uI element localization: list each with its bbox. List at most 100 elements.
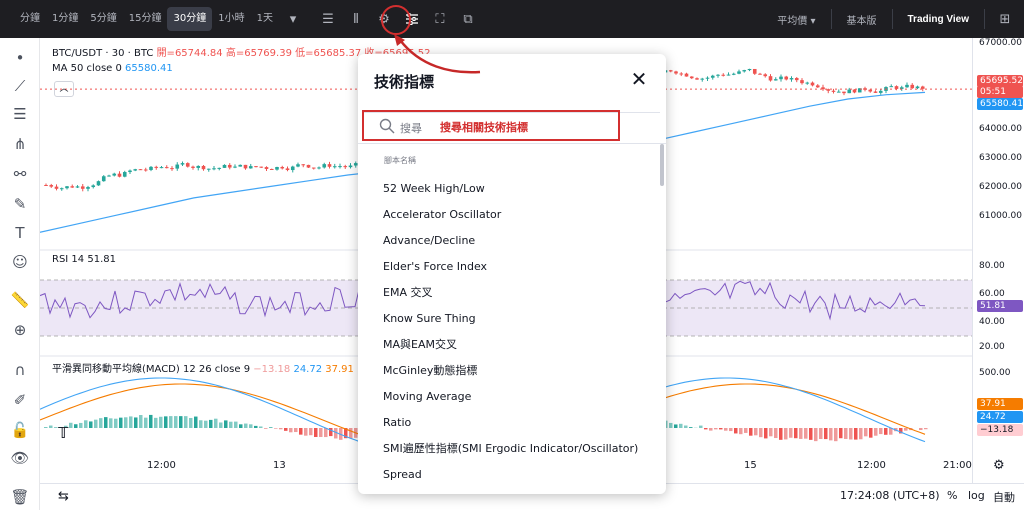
macd-histogram-bar bbox=[149, 414, 153, 428]
candle-body bbox=[285, 168, 290, 171]
dialog-scrollbar[interactable] bbox=[660, 144, 664, 186]
indicator-item[interactable]: Ratio bbox=[358, 410, 658, 436]
macd-histogram-bar bbox=[729, 428, 733, 432]
close-icon[interactable]: ✕ bbox=[628, 68, 650, 90]
macd-histogram-bar bbox=[754, 428, 758, 436]
timeframe-1m[interactable]: 1分鐘 bbox=[46, 7, 84, 31]
indicator-item[interactable]: EMA 交叉 bbox=[358, 280, 658, 306]
price-type-dropdown[interactable]: 平均價 ▾ bbox=[768, 12, 824, 27]
macd-histogram-bar bbox=[189, 417, 193, 428]
indicator-item[interactable]: Accelerator Oscillator bbox=[358, 202, 658, 228]
lock-icon[interactable]: 🔓 bbox=[8, 418, 32, 442]
macd-histogram-bar bbox=[99, 418, 103, 428]
macd-histogram-bar bbox=[794, 428, 798, 439]
lock-drawing-icon[interactable]: ✐ bbox=[8, 388, 32, 412]
macd-histogram-bar bbox=[734, 428, 738, 434]
macd-histogram-bar bbox=[44, 427, 48, 428]
candle-body bbox=[332, 166, 337, 168]
zoom-in-icon[interactable]: ⊕ bbox=[8, 318, 32, 342]
timeframe-1h[interactable]: 1小時 bbox=[212, 7, 250, 31]
timeframe-15m[interactable]: 15分鐘 bbox=[123, 7, 168, 31]
indicator-item[interactable]: SMI遍歷性指標(SMI Ergodic Indicator/Oscillato… bbox=[358, 436, 658, 462]
candles-icon[interactable]: ⫴ bbox=[343, 6, 369, 32]
macd-histogram-bar bbox=[304, 428, 308, 436]
rsi-tick: 40.00 bbox=[979, 317, 1005, 327]
macd-histogram-bar bbox=[774, 428, 778, 439]
candle-body bbox=[301, 164, 306, 166]
macd-histogram-bar bbox=[179, 416, 183, 428]
candle-body bbox=[107, 175, 111, 177]
candle-body bbox=[143, 169, 148, 171]
timeframe-30m[interactable]: 30分鐘 bbox=[167, 7, 213, 31]
indicator-item[interactable]: Moving Average bbox=[358, 384, 658, 410]
horizontal-lines-icon[interactable]: ☰ bbox=[8, 102, 32, 126]
macd-histogram-bar bbox=[139, 415, 143, 428]
tradingview-button[interactable]: Trading View bbox=[899, 14, 979, 25]
indicator-item[interactable]: MA與EAM交叉 bbox=[358, 332, 658, 358]
dialog-divider bbox=[358, 143, 666, 144]
indicator-item[interactable]: Elder's Force Index bbox=[358, 254, 658, 280]
candle-body bbox=[138, 169, 143, 171]
macd-histogram-bar bbox=[709, 428, 713, 431]
candle-body bbox=[731, 73, 736, 75]
macd-histogram-bar bbox=[234, 421, 238, 428]
trendline-icon[interactable]: ⟋ bbox=[8, 74, 32, 98]
indicator-item[interactable]: Spread bbox=[358, 462, 658, 488]
snapshot-icon[interactable]: ⧉ bbox=[455, 6, 481, 32]
timeframe-minutes[interactable]: 分鐘 bbox=[14, 7, 46, 31]
candle-body bbox=[920, 86, 925, 89]
text-icon[interactable]: T bbox=[8, 221, 32, 245]
pattern-icon[interactable]: ⚯ bbox=[8, 162, 32, 186]
macd-histogram-bar bbox=[219, 422, 223, 428]
candle-body bbox=[878, 90, 883, 93]
macd-histogram-bar bbox=[879, 428, 883, 435]
basic-view-button[interactable]: 基本版 bbox=[838, 12, 886, 27]
trash-icon[interactable]: 🗑 bbox=[8, 485, 32, 509]
menu-icon[interactable]: ☰ bbox=[315, 6, 341, 32]
candle-body bbox=[290, 166, 295, 171]
macd-signal-value: 37.91 bbox=[325, 364, 354, 375]
fullscreen-icon[interactable]: ⛶ bbox=[427, 6, 453, 32]
percent-toggle[interactable]: % bbox=[947, 489, 957, 502]
indicator-item[interactable]: 52 Week High/Low bbox=[358, 176, 658, 202]
eye-icon[interactable]: 👁 bbox=[8, 446, 32, 470]
candle-body bbox=[86, 187, 90, 189]
macd-histogram-bar bbox=[669, 422, 673, 428]
macd-line-label: 24.72 bbox=[977, 411, 1023, 423]
candle-body bbox=[269, 168, 274, 170]
candle-body bbox=[322, 164, 327, 168]
time-tick: 21:00 bbox=[943, 460, 972, 471]
price-axis[interactable]: 67000.00 64000.00 63000.00 62000.00 6100… bbox=[972, 38, 1024, 483]
macd-histogram-bar bbox=[849, 428, 853, 440]
chevron-down-icon[interactable]: ▾ bbox=[280, 6, 306, 32]
macd-histogram-bar bbox=[204, 420, 208, 428]
indicator-item[interactable]: McGinley動態指標 bbox=[358, 358, 658, 384]
emoji-icon[interactable]: ☺ bbox=[8, 250, 32, 274]
collapse-legend-button[interactable]: ︿ bbox=[54, 81, 74, 97]
rsi-price-label: 51.81 bbox=[977, 300, 1023, 312]
timeframe-1d[interactable]: 1天 bbox=[251, 7, 279, 31]
price-tick: 64000.00 bbox=[979, 124, 1022, 134]
macd-histogram-bar bbox=[249, 424, 253, 428]
indicator-item[interactable]: Know Sure Thing bbox=[358, 306, 658, 332]
macd-histogram-bar bbox=[874, 428, 878, 436]
pitchfork-icon[interactable]: ⋔ bbox=[8, 132, 32, 156]
macd-tick: 500.00 bbox=[979, 368, 1011, 378]
macd-histogram-bar bbox=[764, 428, 768, 439]
macd-histogram-bar bbox=[229, 421, 233, 428]
candle-body bbox=[122, 172, 127, 177]
magnet-icon[interactable]: ∩ bbox=[8, 358, 32, 382]
indicator-item[interactable]: Advance/Decline bbox=[358, 228, 658, 254]
countdown-label: 05:51 bbox=[977, 86, 1023, 98]
macd-histogram-bar bbox=[69, 422, 73, 428]
auto-toggle[interactable]: 自動 bbox=[993, 489, 1015, 505]
ruler-icon[interactable]: 📏 bbox=[8, 288, 32, 312]
date-range-icon[interactable]: ⇆ bbox=[58, 489, 69, 504]
log-toggle[interactable]: log bbox=[968, 489, 985, 502]
settings-gear-icon[interactable]: ⚙ bbox=[993, 458, 1005, 473]
timeframe-5m[interactable]: 5分鐘 bbox=[84, 7, 122, 31]
layout-grid-icon[interactable]: ⊞ bbox=[992, 6, 1018, 32]
candle-body bbox=[44, 184, 48, 186]
brush-icon[interactable]: ✎ bbox=[8, 192, 32, 216]
cursor-dot-icon[interactable]: • bbox=[8, 46, 32, 70]
